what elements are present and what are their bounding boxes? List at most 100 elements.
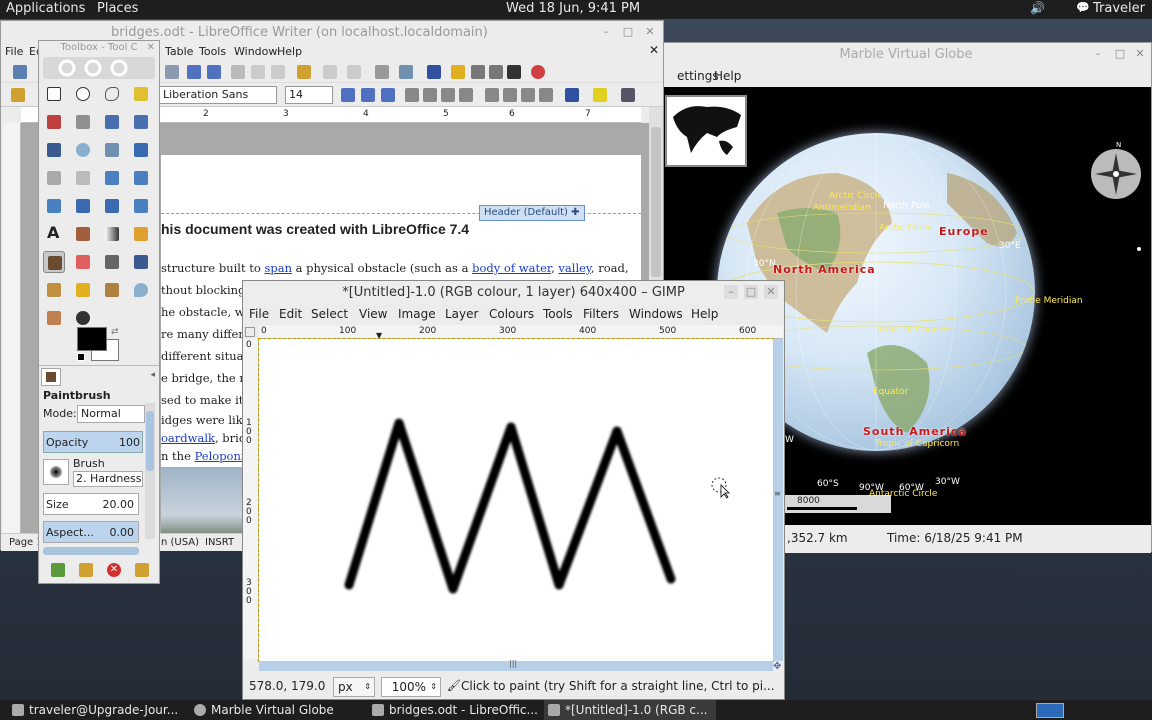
crop-icon[interactable] (72, 167, 94, 189)
header-tag[interactable]: Header (Default) ✚ (479, 205, 585, 221)
text-icon[interactable]: A (43, 223, 65, 245)
menu-help[interactable]: Help (691, 307, 718, 321)
perspective-clone-icon[interactable] (101, 279, 123, 301)
foreground-color-swatch[interactable] (77, 327, 107, 351)
justify-icon[interactable] (459, 88, 473, 102)
blur-icon[interactable] (130, 279, 152, 301)
status-language[interactable]: n (USA) (161, 537, 199, 548)
minimize-icon[interactable]: – (599, 25, 613, 39)
minimize-icon[interactable]: – (1091, 47, 1105, 61)
align-center-icon[interactable] (423, 88, 437, 102)
close-document-icon[interactable]: ✕ (649, 43, 659, 57)
doc-link-body-of-water[interactable]: body of water (472, 261, 551, 275)
gimp-horizontal-ruler[interactable]: 0 100 200 300 400 500 600 ▼ (259, 325, 783, 340)
scroll-thumb[interactable] (651, 127, 661, 277)
menu-view[interactable]: View (359, 307, 387, 321)
font-name-combo[interactable]: Liberation Sans (159, 86, 277, 104)
size-slider[interactable]: Size 20.00 (43, 493, 139, 515)
ink-icon[interactable] (130, 251, 152, 273)
autospell-icon[interactable] (207, 65, 221, 79)
header-add-icon[interactable]: ✚ (571, 207, 579, 218)
bucket-fill-icon[interactable] (72, 223, 94, 245)
maximize-icon[interactable]: □ (744, 285, 758, 299)
doc-link-span[interactable]: span (264, 261, 292, 275)
close-icon[interactable]: ✕ (147, 42, 155, 53)
special-char-icon[interactable] (451, 65, 465, 79)
task-marble[interactable]: Marble Virtual Globe (190, 700, 362, 720)
redo-icon[interactable] (347, 65, 361, 79)
compass-icon[interactable] (1091, 149, 1141, 199)
menu-windows[interactable]: Windows (629, 307, 683, 321)
table-icon[interactable] (399, 65, 413, 79)
align-right-icon[interactable] (441, 88, 455, 102)
brush-select[interactable]: 2. Hardness (73, 471, 143, 487)
gradient-icon[interactable] (101, 223, 123, 245)
paintbrush-icon[interactable] (43, 251, 65, 273)
delete-options-icon[interactable]: ✕ (107, 563, 121, 577)
quick-mask-corner-icon[interactable] (245, 327, 255, 337)
menu-tools[interactable]: Tools (543, 307, 573, 321)
task-terminal[interactable]: traveler@Upgrade-Jour... (8, 700, 186, 720)
undo-icon[interactable] (323, 65, 337, 79)
highlight-icon[interactable] (593, 88, 607, 102)
task-writer[interactable]: bridges.odt - LibreOffic... (368, 700, 540, 720)
font-size-combo[interactable]: 14 (285, 86, 333, 104)
image-canvas[interactable] (258, 338, 774, 662)
smudge-icon[interactable] (43, 307, 65, 329)
applications-menu[interactable]: Applications (6, 1, 85, 16)
chat-icon[interactable]: 💬 (1076, 1, 1090, 14)
options-hscrollbar[interactable] (43, 547, 139, 555)
clock[interactable]: Wed 18 Jun, 9:41 PM (506, 1, 640, 16)
unit-select[interactable]: px ⇕ (333, 677, 375, 697)
menu-layer[interactable]: Layer (445, 307, 478, 321)
options-scrollbar[interactable] (145, 403, 155, 539)
default-colors-icon[interactable] (77, 353, 85, 361)
close-icon[interactable]: ✕ (643, 25, 657, 39)
numbering-icon[interactable] (503, 88, 517, 102)
move-icon[interactable] (130, 139, 152, 161)
rotate-icon[interactable] (101, 167, 123, 189)
outdent-icon[interactable] (539, 88, 553, 102)
cut-icon[interactable] (231, 65, 245, 79)
menu-filters[interactable]: Filters (583, 307, 619, 321)
eraser-icon[interactable] (72, 251, 94, 273)
volume-icon[interactable]: 🔊 (1030, 1, 1045, 15)
task-gimp[interactable]: *[Untitled]-1.0 (RGB c... (544, 700, 716, 720)
zoom-select[interactable]: 100% ⇕ (381, 677, 441, 697)
bullets-icon[interactable] (485, 88, 499, 102)
print-icon[interactable] (165, 65, 179, 79)
menu-table[interactable]: Table (165, 45, 193, 58)
close-icon[interactable]: ✕ (1133, 47, 1147, 61)
footnote-icon[interactable] (489, 65, 503, 79)
maximize-icon[interactable]: □ (1113, 47, 1127, 61)
minimize-icon[interactable]: – (724, 285, 738, 299)
user-menu[interactable]: Traveler (1093, 1, 1145, 16)
image-icon[interactable] (427, 65, 441, 79)
swap-colors-icon[interactable]: ⇄ (111, 327, 119, 337)
workspace-switcher[interactable] (1036, 703, 1064, 718)
menu-help[interactable]: Help (714, 69, 741, 83)
foreground-select-icon[interactable] (101, 111, 123, 133)
airbrush-icon[interactable] (101, 251, 123, 273)
menu-settings[interactable]: ettings (677, 69, 719, 83)
clone-icon[interactable] (43, 279, 65, 301)
italic-icon[interactable] (361, 88, 375, 102)
places-menu[interactable]: Places (97, 1, 138, 16)
overview-map[interactable] (665, 95, 747, 167)
rect-select-icon[interactable] (43, 83, 65, 105)
zoom-icon[interactable] (72, 139, 94, 161)
tab-menu-icon[interactable]: ◂ (150, 370, 155, 380)
bold-icon[interactable] (341, 88, 355, 102)
brush-preview-icon[interactable] (43, 459, 69, 485)
mode-select[interactable]: Normal (77, 405, 145, 423)
paragraph-style-icon[interactable] (621, 88, 635, 102)
opacity-slider[interactable]: Opacity 100 (43, 431, 143, 453)
lasso-icon[interactable] (101, 83, 123, 105)
heal-icon[interactable] (72, 279, 94, 301)
reset-options-icon[interactable] (135, 563, 149, 577)
shear-icon[interactable] (43, 195, 65, 217)
fuzzy-select-icon[interactable] (130, 83, 152, 105)
doc-link-valley[interactable]: valley (558, 261, 590, 275)
document-image[interactable] (161, 467, 251, 533)
pencil-icon[interactable] (130, 223, 152, 245)
